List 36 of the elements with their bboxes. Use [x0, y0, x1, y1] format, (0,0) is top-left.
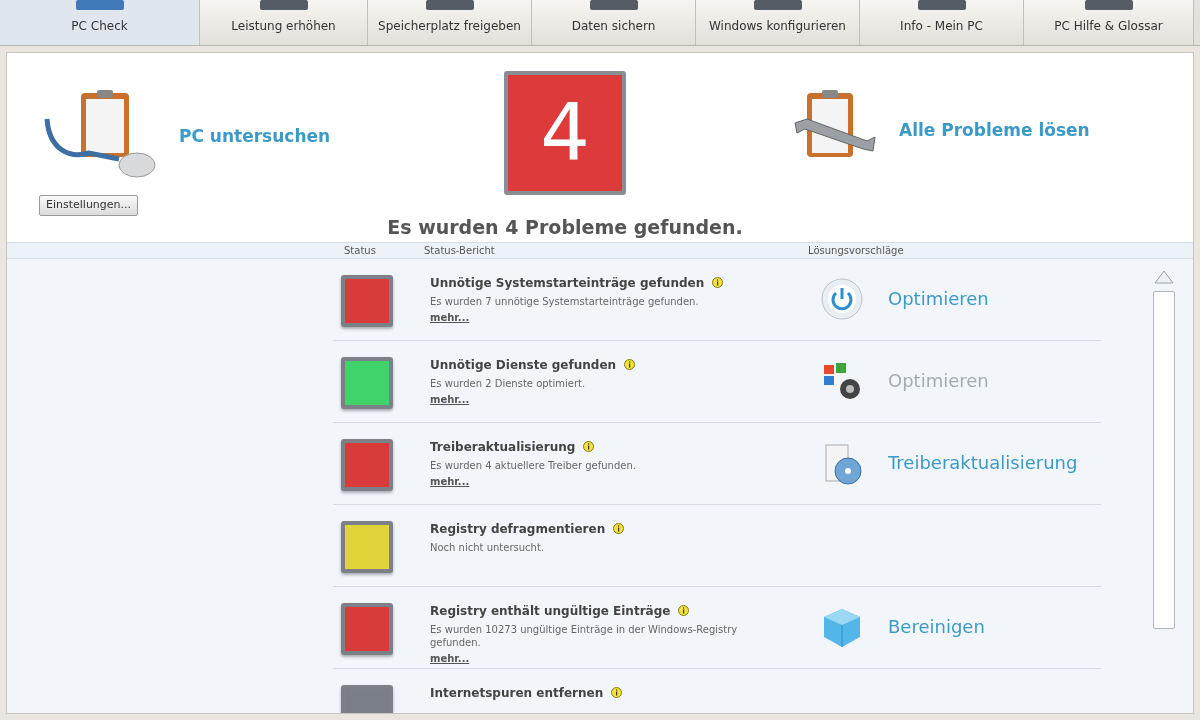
nav-tab[interactable]: Info - Mein PC	[860, 0, 1024, 45]
summary-text: Es wurden 4 Probleme gefunden.	[387, 215, 743, 240]
column-header: Lösungsvorschläge	[808, 243, 904, 258]
report-title: Internetspuren entfernen	[430, 684, 604, 702]
info-icon[interactable]	[611, 687, 623, 698]
info-icon[interactable]	[613, 523, 625, 534]
more-link[interactable]: mehr...	[430, 473, 470, 489]
report-detail: Es wurden 10273 ungültige Einträge in der Windows-Registry gefunden.	[430, 622, 739, 649]
report-detail: Es wurden 4 aktuellere Treiber gefunden.	[430, 458, 637, 472]
info-icon[interactable]	[624, 359, 636, 370]
scrollbar-thumb[interactable]	[1153, 290, 1175, 629]
info-icon[interactable]	[583, 441, 595, 452]
more-link[interactable]: mehr...	[430, 650, 470, 666]
problem-count-display: 4	[504, 71, 626, 195]
info-icon[interactable]	[712, 277, 724, 288]
nav-tab[interactable]: PC Check	[0, 0, 200, 45]
column-header: Status	[344, 243, 377, 258]
info-icon[interactable]	[678, 605, 690, 616]
report-detail: Noch nicht untersucht.	[430, 540, 545, 554]
report-title: Registry enthält ungültige Einträge	[430, 602, 671, 620]
report-title: Treiberaktualisierung	[430, 438, 576, 456]
more-link[interactable]: mehr...	[430, 391, 470, 407]
settings-button[interactable]: Einstellungen...	[39, 195, 139, 216]
report-title: Unnötige Systemstarteinträge gefunden	[430, 274, 705, 292]
column-header: Status-Bericht	[424, 243, 496, 258]
more-link[interactable]: mehr...	[430, 309, 470, 325]
nav-tab[interactable]: Daten sichern	[532, 0, 696, 45]
report-title: Unnötige Dienste gefunden	[430, 356, 617, 374]
nav-tab[interactable]: Speicherplatz freigeben	[368, 0, 532, 45]
nav-tab[interactable]: Windows konfigurieren	[696, 0, 860, 45]
report-detail: Es wurden 7 unnötige Systemstarteinträge gefunden.	[430, 294, 700, 308]
power-icon	[820, 276, 864, 321]
report-title: Registry defragmentieren	[430, 520, 606, 538]
report-detail: Es wurden 2 Dienste optimiert.	[430, 376, 587, 390]
nav-tab[interactable]: Leistung erhöhen	[200, 0, 368, 45]
nav-tab[interactable]: PC Hilfe & Glossar	[1024, 0, 1194, 45]
